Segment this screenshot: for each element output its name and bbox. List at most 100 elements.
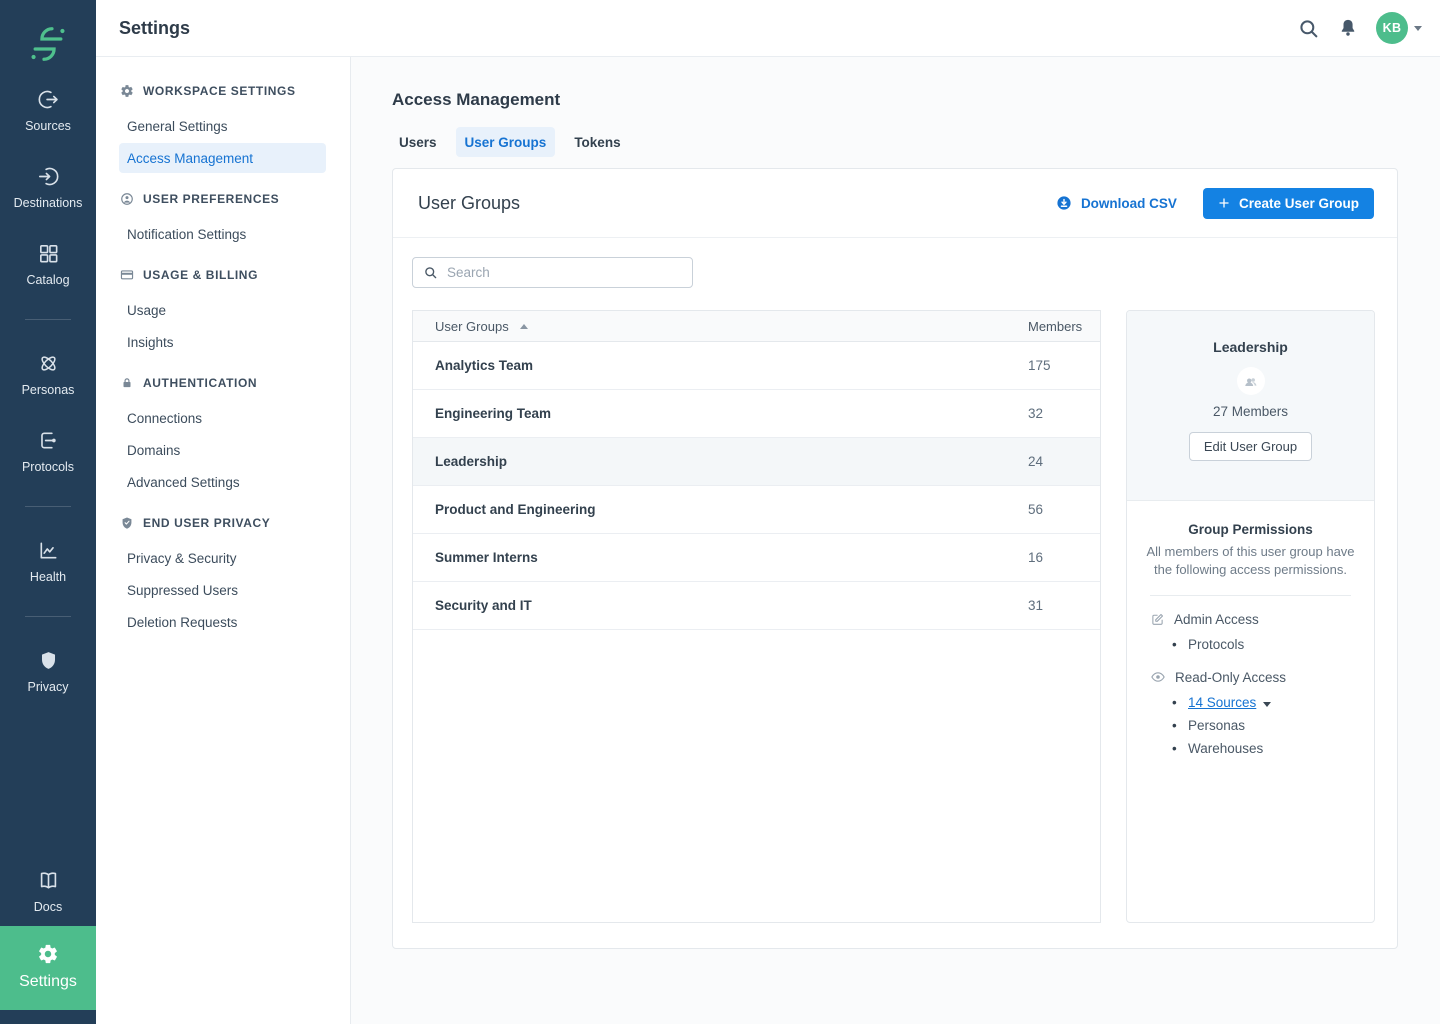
sidebar-item-access-management[interactable]: Access Management (119, 143, 326, 173)
edit-pencil-icon (1150, 612, 1165, 627)
tab-user-groups[interactable]: User Groups (456, 127, 556, 157)
members-cell: 16 (1028, 550, 1100, 565)
tab-users[interactable]: Users (390, 127, 446, 157)
sidebar-item-sources[interactable]: Sources (0, 88, 96, 133)
credit-card-icon (120, 268, 134, 282)
sidebar-item-connections[interactable]: Connections (96, 403, 350, 433)
sidebar-item-deletion-requests[interactable]: Deletion Requests (96, 607, 350, 637)
search-icon (423, 265, 438, 280)
settings-sidebar: WORKSPACE SETTINGS General Settings Acce… (96, 57, 351, 1024)
segment-logo[interactable] (0, 0, 96, 88)
sidebar-bottom: Docs Settings (0, 869, 96, 1024)
nav-group-header: USER PREFERENCES (96, 189, 350, 209)
column-header-user-groups[interactable]: User Groups (413, 319, 1028, 334)
table-row-selected[interactable]: Leadership 24 (413, 438, 1100, 486)
table-row[interactable]: Product and Engineering 56 (413, 486, 1100, 534)
column-header-members[interactable]: Members (1028, 319, 1100, 334)
sidebar-item-destinations[interactable]: Destinations (0, 165, 96, 210)
nav-group-title: USER PREFERENCES (143, 192, 279, 206)
primary-sidebar: Sources Destinations Catalog Personas (0, 0, 96, 1024)
page-title: Settings (119, 18, 190, 39)
chevron-down-icon[interactable] (1263, 702, 1271, 707)
personas-icon (37, 352, 60, 375)
download-csv-link[interactable]: Download CSV (1055, 194, 1177, 212)
sidebar-item-catalog[interactable]: Catalog (0, 242, 96, 287)
tab-tokens[interactable]: Tokens (565, 127, 629, 157)
sources-count-link[interactable]: 14 Sources (1188, 695, 1256, 710)
notifications-bell-icon[interactable] (1337, 17, 1359, 39)
table-row[interactable]: Analytics Team 175 (413, 342, 1100, 390)
sidebar-item-health[interactable]: Health (0, 539, 96, 584)
nav-group-title: USAGE & BILLING (143, 268, 258, 282)
destinations-icon (37, 165, 60, 188)
permission-item: Warehouses (1150, 741, 1374, 756)
sidebar-item-label: Docs (34, 900, 62, 914)
sidebar-item-label: Destinations (14, 196, 83, 210)
nav-group-end-user-privacy: END USER PRIVACY Privacy & Security Supp… (96, 513, 350, 637)
nav-divider (25, 616, 71, 617)
column-label: User Groups (435, 319, 509, 334)
sidebar-item-label: Personas (22, 383, 75, 397)
section-title: Access Management (392, 90, 1398, 110)
lock-icon (120, 376, 134, 390)
group-summary: Leadership 27 Members Edit User Group (1127, 311, 1374, 501)
chevron-down-icon[interactable] (1414, 26, 1422, 31)
admin-access-label: Admin Access (1174, 612, 1259, 627)
sidebar-item-label: Sources (25, 119, 71, 133)
table-row[interactable]: Summer Interns 16 (413, 534, 1100, 582)
nav-group-header: END USER PRIVACY (96, 513, 350, 533)
edit-user-group-button[interactable]: Edit User Group (1189, 432, 1312, 461)
group-avatar (1237, 367, 1265, 395)
panel-actions: Download CSV Create User Group (1055, 188, 1374, 219)
gear-icon (37, 943, 59, 965)
search-icon[interactable] (1297, 17, 1320, 40)
sidebar-item-general-settings[interactable]: General Settings (96, 111, 350, 141)
admin-access-items: Protocols (1150, 637, 1374, 652)
protocols-icon (37, 429, 60, 452)
panel-header: User Groups Download CSV Create User (393, 169, 1397, 238)
sidebar-item-protocols[interactable]: Protocols (0, 429, 96, 474)
docs-book-icon (37, 869, 60, 892)
gear-icon (120, 84, 134, 98)
sidebar-item-label: Protocols (22, 460, 74, 474)
permission-item-sources: 14 Sources (1150, 695, 1374, 710)
sidebar-item-privacy-security[interactable]: Privacy & Security (96, 543, 350, 573)
search-box[interactable] (412, 257, 693, 288)
members-cell: 32 (1028, 406, 1100, 421)
group-detail-panel: Leadership 27 Members Edit User Group (1126, 310, 1375, 923)
readonly-access-items: 14 Sources Personas Warehouses (1150, 695, 1374, 756)
sidebar-item-label: Privacy (28, 680, 69, 694)
table-row[interactable]: Engineering Team 32 (413, 390, 1100, 438)
user-circle-icon (120, 192, 134, 206)
create-user-group-button[interactable]: Create User Group (1203, 188, 1374, 219)
avatar[interactable]: KB (1376, 12, 1408, 44)
sidebar-item-privacy[interactable]: Privacy (0, 649, 96, 694)
group-name: Leadership (1127, 339, 1374, 355)
user-menu[interactable]: KB (1376, 12, 1422, 44)
nav-group-title: AUTHENTICATION (143, 376, 257, 390)
readonly-access-block: Read-Only Access 14 Sources Personas War… (1127, 669, 1374, 756)
sidebar-item-settings-active[interactable]: Settings (0, 926, 96, 1010)
shield-check-icon (120, 516, 134, 530)
members-cell: 24 (1028, 454, 1100, 469)
group-name-cell: Product and Engineering (413, 502, 1028, 517)
user-groups-table: User Groups Members Analytics Team 175 E… (412, 310, 1101, 923)
sidebar-item-notification-settings[interactable]: Notification Settings (96, 219, 350, 249)
table-row[interactable]: Security and IT 31 (413, 582, 1100, 630)
members-cell: 31 (1028, 598, 1100, 613)
sidebar-item-insights[interactable]: Insights (96, 327, 350, 357)
people-icon (1242, 373, 1259, 390)
search-input[interactable] (447, 265, 682, 280)
sidebar-item-docs[interactable]: Docs (0, 869, 96, 914)
group-name-cell: Security and IT (413, 598, 1028, 613)
content-row: User Groups Members Analytics Team 175 E… (412, 310, 1378, 923)
sidebar-item-usage[interactable]: Usage (96, 295, 350, 325)
sidebar-item-domains[interactable]: Domains (96, 435, 350, 465)
sidebar-item-suppressed-users[interactable]: Suppressed Users (96, 575, 350, 605)
download-icon (1055, 194, 1073, 212)
sidebar-item-advanced-settings[interactable]: Advanced Settings (96, 467, 350, 497)
admin-access-header: Admin Access (1150, 612, 1374, 627)
sidebar-item-personas[interactable]: Personas (0, 352, 96, 397)
nav-group-header: USAGE & BILLING (96, 265, 350, 285)
readonly-access-header: Read-Only Access (1150, 669, 1374, 685)
